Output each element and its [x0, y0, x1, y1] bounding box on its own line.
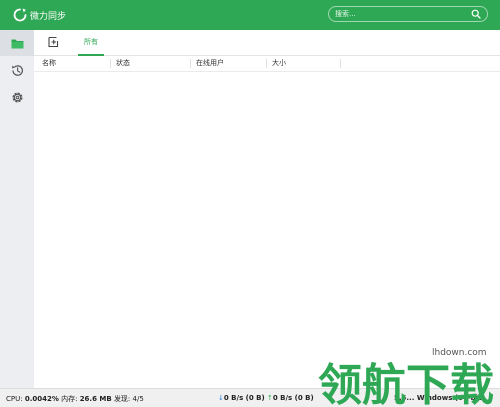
search-icon[interactable]: [471, 9, 481, 19]
app-title: 微力同步: [30, 12, 67, 22]
sidebar: [0, 30, 34, 388]
cpu-value: 0.0042%: [24, 395, 59, 403]
sidebar-item-settings[interactable]: [0, 84, 34, 110]
memory-label: 内存:: [61, 395, 78, 403]
cpu-label: CPU:: [6, 395, 23, 403]
tab-all[interactable]: 所有: [78, 30, 104, 56]
column-header-size[interactable]: 大小: [266, 56, 286, 72]
sidebar-item-history[interactable]: [0, 57, 34, 83]
memory-value: 26.6 MB: [79, 395, 112, 403]
upload-rate: 0 B/s (0 B): [272, 394, 314, 402]
status-resources: CPU: 0.0042% 内存: 26.6 MB 发现: 4/5: [6, 394, 144, 404]
toolbar: 所有: [34, 30, 500, 56]
discovered-label: 发现:: [113, 395, 131, 403]
search-input[interactable]: [335, 8, 465, 20]
title-bar: 微力同步: [0, 0, 500, 30]
column-header-name[interactable]: 名称: [36, 56, 56, 72]
history-icon: [11, 64, 23, 76]
discovered-value: 4/5: [132, 395, 144, 403]
column-header-online-users[interactable]: 在线用户: [190, 56, 224, 72]
column-header-status[interactable]: 状态: [110, 56, 130, 72]
sync-logo-icon: [13, 8, 27, 22]
search-box[interactable]: [328, 6, 488, 22]
watermark-logo: 领航下载 lhdown.com: [316, 340, 500, 407]
column-separator[interactable]: [340, 59, 341, 68]
add-folder-icon[interactable]: [46, 35, 60, 49]
svg-text:领航下载: 领航下载: [318, 360, 494, 407]
table-header: 名称 状态 在线用户 大小: [34, 56, 500, 72]
watermark-url: lhdown.com: [432, 348, 487, 358]
folder-icon: [11, 39, 23, 48]
gear-icon: [12, 92, 22, 102]
status-transfer: ↓0 B/s (0 B) ↑0 B/s (0 B): [218, 394, 314, 402]
sidebar-item-folders[interactable]: [0, 30, 34, 56]
download-rate: 0 B/s (0 B): [223, 394, 265, 402]
